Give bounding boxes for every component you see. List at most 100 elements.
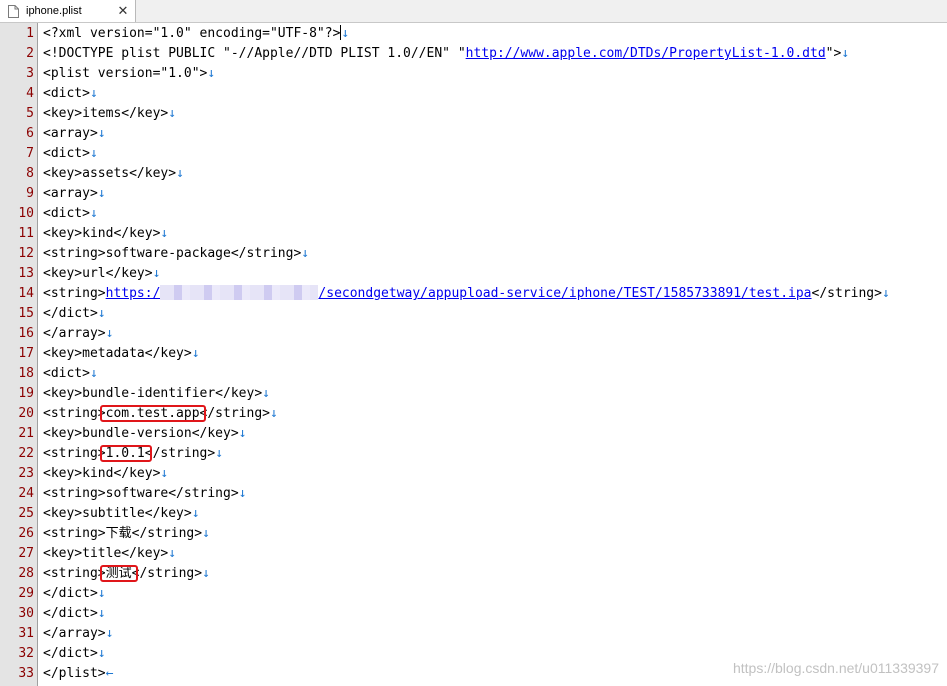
code-text: </plist>←	[43, 664, 113, 684]
code-line[interactable]: <key>items</key>↓	[38, 104, 947, 124]
code-area[interactable]: <?xml version="1.0" encoding="UTF-8"?>↓ <…	[38, 23, 947, 686]
line-number-gutter: 1 2 3 4 5 6 7 8 9 10 11 12 13 14 15 16 17 18 19 20 21 22 23 24 2…	[0, 23, 38, 686]
code-link[interactable]: https:/	[106, 286, 161, 301]
eol-marker: ↓	[89, 206, 98, 221]
eol-marker: ↓	[89, 366, 98, 381]
eol-marker: ←	[105, 666, 114, 681]
eol-marker: ↓	[105, 326, 114, 341]
code-line[interactable]: <dict>↓	[38, 364, 947, 384]
code-text: <dict>↓	[43, 204, 98, 224]
eol-marker: ↓	[168, 546, 177, 561]
code-line[interactable]: <?xml version="1.0" encoding="UTF-8"?>↓	[38, 24, 947, 44]
code-line[interactable]: <array>↓	[38, 124, 947, 144]
code-text: <key>title</key>↓	[43, 544, 176, 564]
code-line[interactable]: <key>bundle-identifier</key>↓	[38, 384, 947, 404]
code-line[interactable]: <!DOCTYPE plist PUBLIC "-//Apple//DTD PL…	[38, 44, 947, 64]
code-segment: <key>title</key>	[43, 546, 169, 561]
line-number: 22	[18, 446, 34, 461]
code-segment: </plist>	[43, 666, 106, 681]
code-line[interactable]: </dict>↓	[38, 584, 947, 604]
eol-marker: ↓	[202, 566, 210, 581]
code-text: </dict>↓	[43, 304, 106, 324]
redacted-host	[160, 285, 319, 300]
eol-marker: ↓	[97, 186, 106, 201]
code-segment: <dict>	[43, 146, 90, 161]
code-segment: <key>bundle-identifier</key>	[43, 386, 263, 401]
eol-marker: ↓	[238, 486, 247, 501]
code-segment: <!DOCTYPE plist PUBLIC "-//Apple//DTD PL…	[43, 46, 466, 61]
line-number: 9	[26, 186, 34, 201]
code-text: <string>software</string>↓	[43, 484, 247, 504]
code-text: <string>下载</string>↓	[43, 524, 210, 544]
eol-marker: ↓	[215, 446, 224, 461]
code-line[interactable]: </dict>↓	[38, 604, 947, 624]
code-segment: <plist version="1.0">	[43, 66, 208, 81]
highlight-box	[99, 405, 207, 422]
code-segment: <key>items</key>	[43, 106, 169, 121]
line-number: 8	[26, 166, 34, 181]
line-number: 28	[18, 566, 34, 581]
tab-bar: iphone.plist ✕	[0, 0, 947, 23]
code-segment: </string>	[811, 286, 882, 301]
highlight-box	[99, 445, 152, 462]
code-segment: <array>	[43, 126, 98, 141]
code-text: <key>items</key>↓	[43, 104, 176, 124]
code-line[interactable]: <key>title</key>↓	[38, 544, 947, 564]
code-segment: <string>software-package</string>	[43, 246, 302, 261]
code-line[interactable]: <string>software-package</string>↓	[38, 244, 947, 264]
code-segment: </array>	[43, 326, 106, 341]
close-icon[interactable]: ✕	[116, 3, 130, 19]
line-number: 16	[18, 326, 34, 341]
code-line[interactable]: <key>bundle-version</key>↓	[38, 424, 947, 444]
code-line[interactable]: <string>测试</string>↓	[38, 564, 947, 584]
line-number: 13	[18, 266, 34, 281]
code-line[interactable]: </array>↓	[38, 624, 947, 644]
code-text: <array>↓	[43, 124, 106, 144]
code-line[interactable]: <string>https:/ /secondgetway/appupload-s…	[38, 284, 947, 304]
code-line[interactable]: </array>↓	[38, 324, 947, 344]
code-link[interactable]: http://www.apple.com/DTDs/PropertyList-1…	[466, 46, 826, 61]
code-segment: <?xml version="1.0" encoding="UTF-8"?>	[43, 26, 341, 41]
code-text: <key>url</key>↓	[43, 264, 160, 284]
eol-marker: ↓	[89, 86, 98, 101]
eol-marker: ↓	[238, 426, 247, 441]
code-segment: <key>url</key>	[43, 266, 153, 281]
code-line[interactable]: <string>1.0.1</string>↓	[38, 444, 947, 464]
code-line[interactable]: <dict>↓	[38, 144, 947, 164]
code-link[interactable]: /secondgetway/appupload-service/iphone/T…	[318, 286, 811, 301]
code-line[interactable]: <key>url</key>↓	[38, 264, 947, 284]
code-line[interactable]: <string>software</string>↓	[38, 484, 947, 504]
eol-marker: ↓	[269, 406, 278, 421]
code-line[interactable]: <key>assets</key>↓	[38, 164, 947, 184]
line-number: 1	[26, 26, 34, 41]
code-line[interactable]: <dict>↓	[38, 204, 947, 224]
tab-iphone-plist[interactable]: iphone.plist ✕	[0, 0, 136, 22]
code-text: <key>kind</key>↓	[43, 464, 168, 484]
code-line[interactable]: <plist version="1.0">↓	[38, 64, 947, 84]
code-segment: <key>kind</key>	[43, 226, 161, 241]
code-line[interactable]: <key>metadata</key>↓	[38, 344, 947, 364]
tab-label: iphone.plist	[26, 5, 82, 17]
code-editor[interactable]: 1 2 3 4 5 6 7 8 9 10 11 12 13 14 15 16 17 18 19 20 21 22 23 24 2…	[0, 23, 947, 686]
code-text: <plist version="1.0">↓	[43, 64, 215, 84]
eol-marker: ↓	[105, 626, 114, 641]
line-number: 18	[18, 366, 34, 381]
code-segment: <string>software</string>	[43, 486, 239, 501]
code-line[interactable]: <dict>↓	[38, 84, 947, 104]
line-number: 26	[18, 526, 34, 541]
code-text: <array>↓	[43, 184, 106, 204]
line-number: 30	[18, 606, 34, 621]
code-line[interactable]: <key>kind</key>↓	[38, 464, 947, 484]
code-line[interactable]: <key>kind</key>↓	[38, 224, 947, 244]
code-text: </dict>↓	[43, 604, 106, 624]
line-number: 31	[18, 626, 34, 641]
code-text: <string>https:/ /secondgetway/appupload-s…	[43, 284, 890, 304]
code-line[interactable]: </dict>↓	[38, 304, 947, 324]
code-text: <key>bundle-version</key>↓	[43, 424, 247, 444]
code-segment: ">	[825, 46, 842, 61]
eol-marker: ↓	[160, 226, 169, 241]
code-line[interactable]: <array>↓	[38, 184, 947, 204]
file-icon	[8, 4, 19, 18]
code-line[interactable]: <key>subtitle</key>↓	[38, 504, 947, 524]
code-line[interactable]: <string>下载</string>↓	[38, 524, 947, 544]
